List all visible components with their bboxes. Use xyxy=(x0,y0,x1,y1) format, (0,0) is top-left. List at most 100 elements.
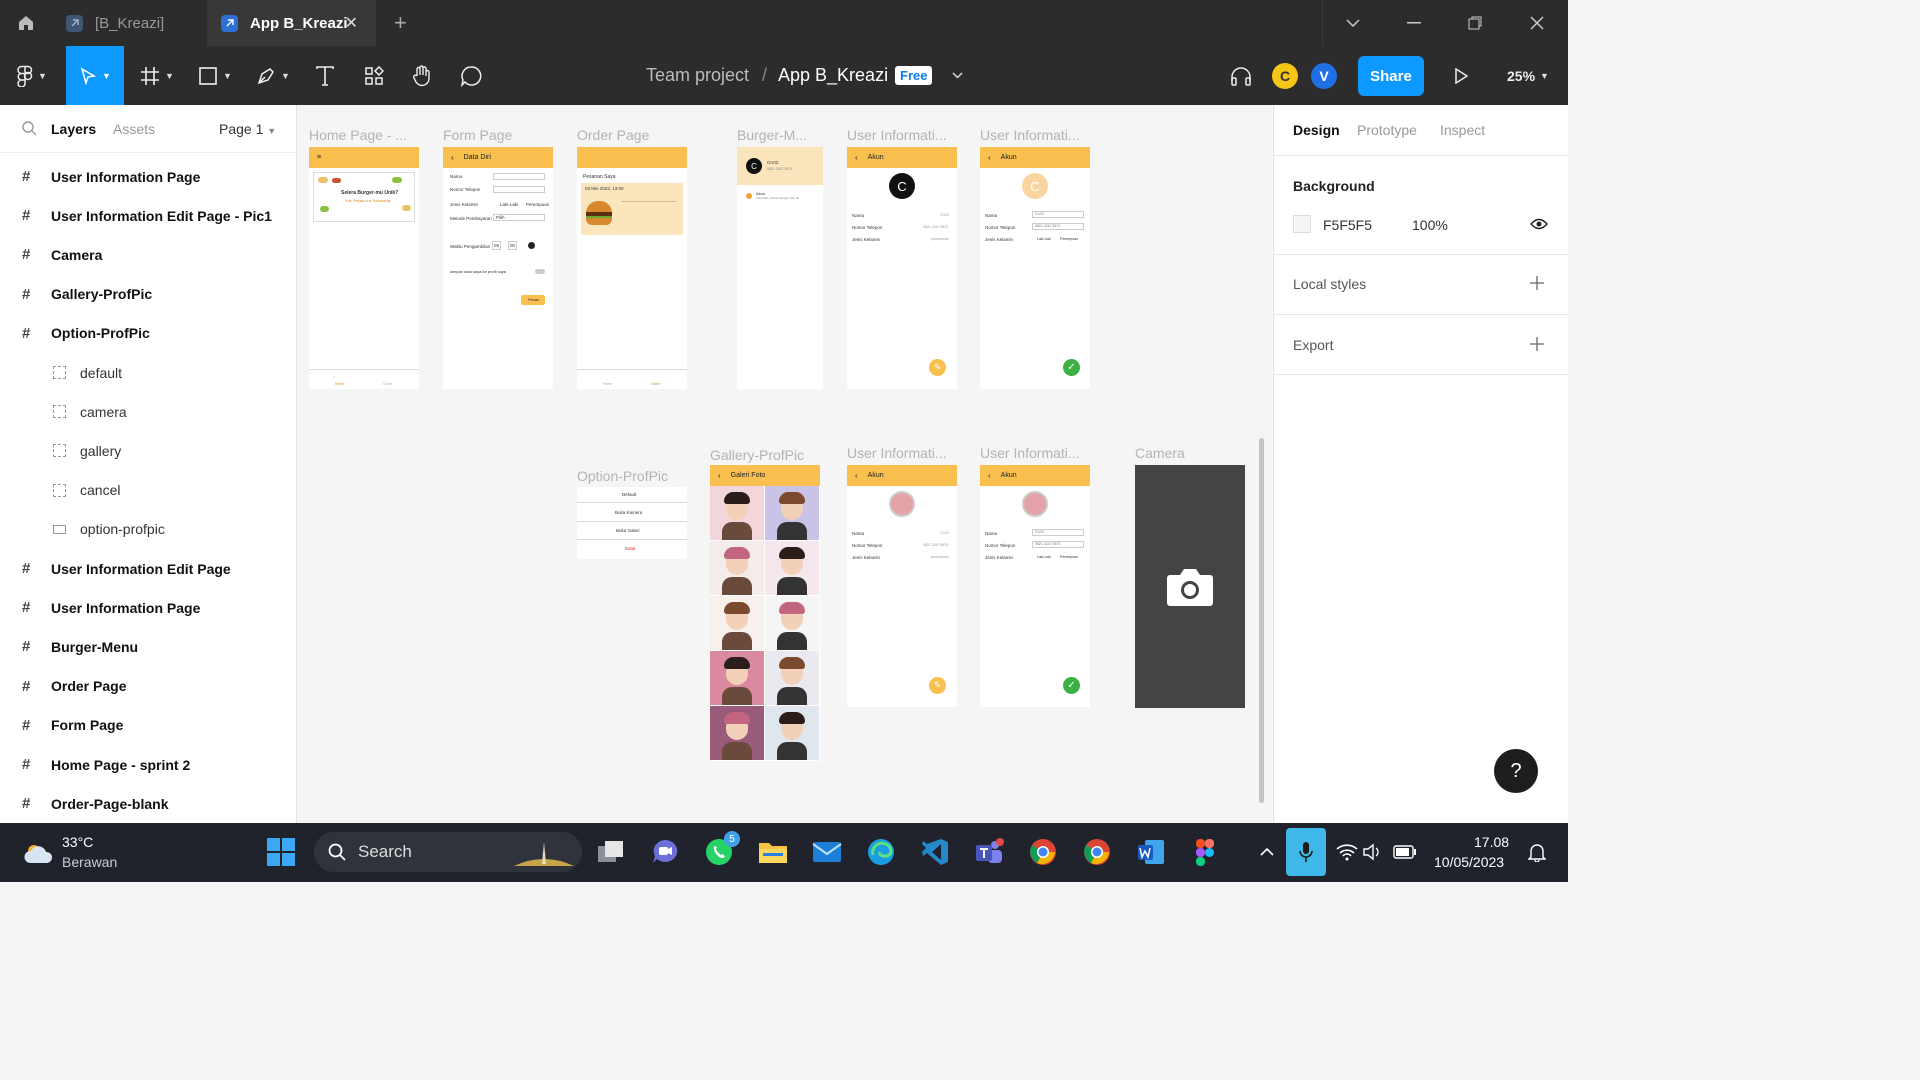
frame-camera[interactable] xyxy=(1135,465,1245,708)
canvas-scrollbar[interactable] xyxy=(1259,438,1264,803)
figma-app[interactable] xyxy=(1190,837,1220,867)
layer-item[interactable]: # Camera xyxy=(0,235,296,274)
layer-item[interactable]: option-profpic xyxy=(0,510,296,549)
move-tool[interactable]: ▼ xyxy=(66,46,124,105)
frame-label-camera[interactable]: Camera xyxy=(1135,445,1185,461)
teams-chat-app[interactable] xyxy=(650,837,680,867)
layer-item[interactable]: # User Information Edit Page - Pic1 xyxy=(0,196,296,235)
layer-item[interactable]: default xyxy=(0,353,296,392)
close-window-button[interactable] xyxy=(1507,0,1567,46)
layer-item[interactable]: gallery xyxy=(0,431,296,470)
maximize-button[interactable] xyxy=(1445,0,1505,46)
add-export-icon[interactable] xyxy=(1530,337,1544,351)
tab-b-kreazi[interactable]: [B_Kreazi] xyxy=(52,0,207,46)
frame-label-user1[interactable]: User Informati... xyxy=(847,127,947,143)
help-button[interactable]: ? xyxy=(1494,749,1538,793)
layer-item[interactable]: # Order-Page-blank xyxy=(0,784,296,823)
taskbar-search[interactable]: Search xyxy=(314,832,582,872)
new-tab-button[interactable]: + xyxy=(384,0,420,46)
clock-time[interactable]: 17.08 xyxy=(1474,834,1509,850)
tab-inspect[interactable]: Inspect xyxy=(1440,122,1485,138)
frame-label-user4[interactable]: User Informati... xyxy=(980,445,1080,461)
main-menu-button[interactable]: ▼ xyxy=(0,46,64,105)
share-button[interactable]: Share xyxy=(1358,56,1424,96)
frame-label-home[interactable]: Home Page - ... xyxy=(309,127,407,143)
chrome-app-1[interactable] xyxy=(1028,837,1058,867)
breadcrumb-project[interactable]: Team project xyxy=(646,46,749,105)
frame-user-info-1[interactable]: ‹ Akun C Nama CIVIC Nomor Telepon 0821 32… xyxy=(847,147,957,389)
whatsapp-app[interactable]: 5 xyxy=(704,831,740,867)
frame-order-page[interactable]: Pesanan Saya 03 Mei 2023, 13:00 Home Ord… xyxy=(577,147,687,389)
shape-tool[interactable]: ▼ xyxy=(190,46,240,105)
frame-tool[interactable]: ▼ xyxy=(132,46,182,105)
tab-assets[interactable]: Assets xyxy=(113,121,155,137)
tab-layers[interactable]: Layers xyxy=(51,121,96,137)
frame-label-form[interactable]: Form Page xyxy=(443,127,512,143)
notifications-button[interactable] xyxy=(1522,837,1552,867)
frame-user-info-2[interactable]: ‹ Akun Nama CIVIC Nomor Telepon 0821 3247… xyxy=(847,465,957,707)
tab-app-b-kreazi[interactable]: App B_Kreazi ✕ xyxy=(207,0,376,46)
clock-date[interactable]: 10/05/2023 xyxy=(1434,854,1504,870)
search-icon[interactable] xyxy=(22,121,37,136)
file-explorer-app[interactable] xyxy=(758,837,788,867)
layer-item[interactable]: camera xyxy=(0,392,296,431)
frame-label-burger[interactable]: Burger-M... xyxy=(737,127,807,143)
layer-item[interactable]: # User Information Page xyxy=(0,588,296,627)
tab-prototype[interactable]: Prototype xyxy=(1357,122,1417,138)
volume-status[interactable] xyxy=(1358,837,1388,867)
add-local-style-icon[interactable] xyxy=(1530,276,1544,290)
teams-app[interactable] xyxy=(974,837,1004,867)
file-menu-button[interactable] xyxy=(946,46,968,105)
comment-tool[interactable] xyxy=(452,46,490,105)
show-hidden-icons[interactable] xyxy=(1252,837,1282,867)
microphone-button[interactable] xyxy=(1286,828,1326,876)
frame-form-page[interactable]: ‹ Data Diri Nama Nomor Telepon Jenis Kela… xyxy=(443,147,553,389)
frame-label-user3[interactable]: User Informati... xyxy=(847,445,947,461)
minimize-button[interactable] xyxy=(1384,0,1444,46)
avatar-v[interactable]: V xyxy=(1311,63,1337,89)
hand-tool[interactable] xyxy=(403,46,441,105)
frame-option-profpic[interactable]: Default Buka Kamera Buka Galeri Batal xyxy=(577,487,687,559)
text-tool[interactable] xyxy=(306,46,344,105)
background-swatch[interactable] xyxy=(1293,215,1311,233)
weather-temp[interactable]: 33°C xyxy=(62,834,93,850)
home-button[interactable] xyxy=(0,0,52,46)
breadcrumb-file[interactable]: App B_Kreazi xyxy=(778,46,888,105)
audio-button[interactable] xyxy=(1226,46,1256,105)
tab-design[interactable]: Design xyxy=(1293,122,1340,138)
weather-desc[interactable]: Berawan xyxy=(62,854,117,870)
frame-label-order[interactable]: Order Page xyxy=(577,127,649,143)
layer-item[interactable]: # User Information Edit Page xyxy=(0,549,296,588)
eye-icon[interactable] xyxy=(1530,218,1548,230)
present-button[interactable] xyxy=(1448,46,1474,105)
layer-item[interactable]: # Home Page - sprint 2 xyxy=(0,745,296,784)
pen-tool[interactable]: ▼ xyxy=(248,46,298,105)
zoom-menu[interactable]: 25% ▼ xyxy=(1500,46,1556,105)
background-hex-input[interactable]: F5F5F5 xyxy=(1323,217,1372,233)
word-app[interactable] xyxy=(1136,837,1166,867)
frame-user-info-edit-2[interactable]: ‹ Akun Nama CIVIC Nomor Telepon 0821 3247… xyxy=(980,465,1090,707)
background-opacity-input[interactable]: 100% xyxy=(1412,217,1448,233)
canvas[interactable]: Home Page - ... Form Page Order Page Bur… xyxy=(297,105,1273,823)
avatar-c[interactable]: C xyxy=(1272,63,1298,89)
frame-gallery-profpic[interactable]: ‹ Galeri Foto xyxy=(710,465,820,761)
edge-browser-app[interactable] xyxy=(866,837,896,867)
layer-item[interactable]: # Burger-Menu xyxy=(0,627,296,666)
frame-user-info-edit-1[interactable]: ‹ Akun C Nama CIVIC Nomor Telepon 0821 32… xyxy=(980,147,1090,389)
frame-label-option[interactable]: Option-ProfPic xyxy=(577,468,668,484)
tab-list-button[interactable] xyxy=(1322,0,1382,46)
layer-item[interactable]: # Option-ProfPic xyxy=(0,314,296,353)
page-selector[interactable]: Page 1 ▼ xyxy=(219,121,276,137)
layer-item[interactable]: # Form Page xyxy=(0,706,296,745)
layer-item[interactable]: # Order Page xyxy=(0,667,296,706)
layer-item[interactable]: # Gallery-ProfPic xyxy=(0,275,296,314)
mail-app[interactable] xyxy=(812,837,842,867)
frame-home-page[interactable]: ≡ Selera Burger-mu Unik? Yuk Pesan kue S… xyxy=(309,147,419,389)
resources-tool[interactable] xyxy=(355,46,393,105)
layer-item[interactable]: # User Information Page xyxy=(0,157,296,196)
frame-label-gallery[interactable]: Gallery-ProfPic xyxy=(710,447,804,463)
close-tab-icon[interactable]: ✕ xyxy=(345,13,358,33)
chrome-app-2[interactable] xyxy=(1082,837,1112,867)
layer-item[interactable]: cancel xyxy=(0,471,296,510)
vscode-app[interactable] xyxy=(920,837,950,867)
